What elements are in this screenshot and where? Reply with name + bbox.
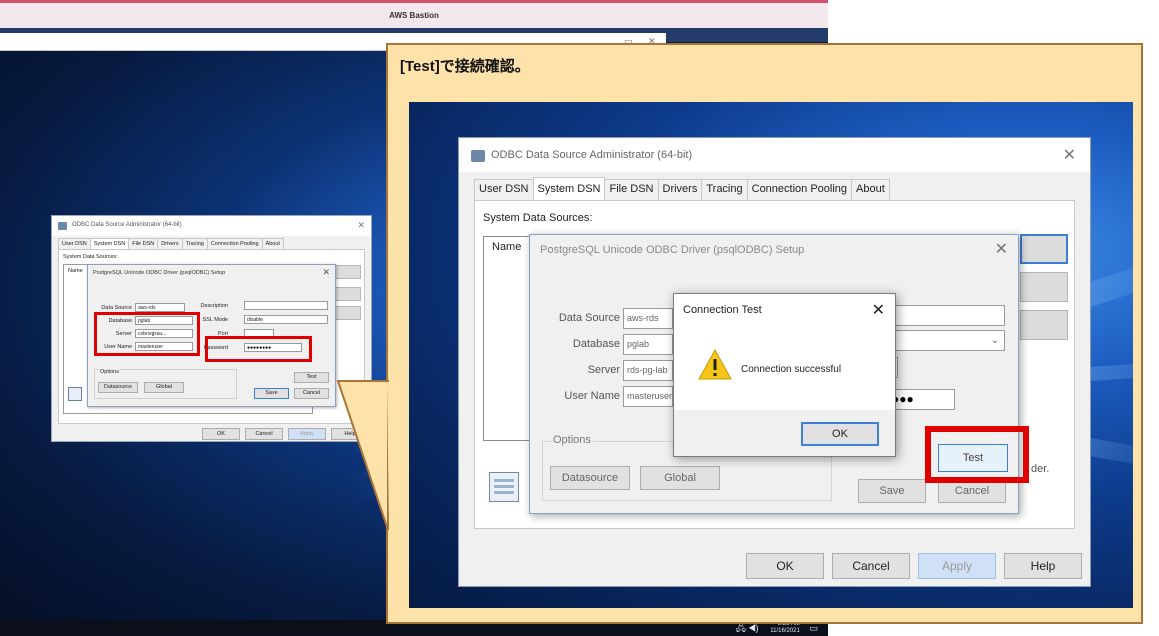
add-button[interactable]: [1020, 234, 1068, 264]
small-setup-icon: [68, 387, 82, 401]
global-button[interactable]: Global: [640, 466, 720, 490]
tab-system-dsn[interactable]: System DSN: [532, 177, 606, 200]
odbc-app-icon: [471, 150, 485, 162]
tab-about[interactable]: About: [851, 179, 890, 200]
username-field[interactable]: masteruser: [623, 386, 673, 407]
database-label: Database: [572, 338, 620, 350]
small-tab-drivers[interactable]: Drivers: [157, 238, 183, 249]
small-bottom-buttons: OK Cancel Apply Help: [202, 428, 369, 440]
description-field[interactable]: [895, 305, 1005, 326]
small-odbc-title: ODBC Data Source Administrator (64-bit): [72, 222, 182, 228]
help-button[interactable]: Help: [1004, 553, 1082, 579]
small-help-button[interactable]: Help: [331, 428, 369, 440]
odbc-app-icon: [58, 222, 67, 230]
close-icon[interactable]: ✕: [322, 267, 330, 278]
tab-user-dsn[interactable]: User DSN: [474, 179, 534, 200]
options-label: Options: [551, 434, 593, 446]
small-global-button[interactable]: Global: [144, 382, 184, 393]
small-list-header-name: Name: [68, 268, 83, 274]
close-icon[interactable]: ✕: [1063, 145, 1076, 165]
small-ok-button[interactable]: OK: [202, 428, 240, 440]
server-label: Server: [587, 364, 620, 376]
small-tab-system-dsn[interactable]: System DSN: [89, 238, 130, 249]
remote-window-title: AWS Bastion: [389, 11, 439, 20]
small-save-button[interactable]: Save: [254, 388, 289, 399]
network-volume-icons[interactable]: 🖧 ◀): [736, 623, 759, 632]
highlight-box-fields: [94, 312, 200, 356]
odbc-info-icon: [489, 472, 519, 502]
small-tab-tracing[interactable]: Tracing: [181, 238, 208, 249]
chevron-down-icon: ⌄: [990, 335, 999, 346]
small-options-label: Options: [99, 369, 120, 375]
connection-test-dialog: Connection Test ✕ Connection successful …: [673, 293, 896, 457]
small-tab-about[interactable]: About: [261, 238, 284, 249]
small-setup-title: PostgreSQL Unicode ODBC Driver (psqlODBC…: [93, 270, 226, 276]
connection-test-ok-button[interactable]: OK: [801, 422, 879, 446]
odbc-title: ODBC Data Source Administrator (64-bit): [491, 149, 693, 161]
warning-icon: [698, 348, 732, 380]
username-label: User Name: [564, 390, 620, 402]
small-cancel-button[interactable]: Cancel: [294, 388, 329, 399]
data-source-field[interactable]: aws-rds: [623, 308, 673, 329]
data-source-label: Data Source: [558, 312, 620, 324]
small-description-field[interactable]: [244, 301, 328, 310]
close-icon[interactable]: ✕: [357, 220, 365, 231]
tab-drivers[interactable]: Drivers: [657, 179, 703, 200]
ok-button[interactable]: OK: [746, 553, 824, 579]
small-cancel-button[interactable]: Cancel: [245, 428, 283, 440]
small-test-button[interactable]: Test: [294, 372, 329, 383]
remove-button[interactable]: [1020, 272, 1068, 302]
tab-file-dsn[interactable]: File DSN: [604, 179, 659, 200]
small-odbc-tabs: User DSN System DSN File DSN Drivers Tra…: [58, 238, 284, 249]
list-header-name: Name: [492, 241, 522, 253]
setup-dialog-title: PostgreSQL Unicode ODBC Driver (psqlODBC…: [540, 244, 805, 256]
highlight-box-password: [205, 336, 312, 362]
small-datasource-button[interactable]: Datasource: [98, 382, 138, 393]
system-data-sources-label: System Data Sources:: [483, 212, 593, 224]
tab-connection-pooling[interactable]: Connection Pooling: [746, 179, 853, 200]
callout-title: [Test]で接続確認。: [400, 58, 530, 75]
small-data-source-field[interactable]: aws-rds: [135, 303, 185, 312]
small-apply-button[interactable]: Apply: [288, 428, 326, 440]
database-field[interactable]: pglab: [623, 334, 673, 355]
datasource-button[interactable]: Datasource: [550, 466, 630, 490]
save-button[interactable]: Save: [858, 479, 926, 503]
small-odbc-titlebar: ODBC Data Source Administrator (64-bit) …: [52, 216, 371, 236]
password-field[interactable]: ●●●: [888, 389, 955, 410]
small-ssl-mode-select[interactable]: disable: [244, 315, 328, 324]
close-icon[interactable]: ✕: [995, 239, 1008, 259]
tray-date: 11/16/2021: [770, 628, 800, 634]
small-description-label: Description: [200, 303, 228, 309]
notification-icon[interactable]: ▭: [809, 623, 818, 632]
configure-button[interactable]: [1020, 310, 1068, 340]
small-tab-connection-pooling[interactable]: Connection Pooling: [206, 238, 263, 249]
small-tab-file-dsn[interactable]: File DSN: [128, 238, 159, 249]
remote-window-titlebar: AWS Bastion: [0, 0, 828, 28]
ssl-mode-select[interactable]: ⌄: [895, 330, 1005, 351]
tab-tracing[interactable]: Tracing: [701, 179, 748, 200]
connection-test-title: Connection Test: [683, 304, 762, 316]
connection-test-message: Connection successful: [741, 364, 842, 375]
highlight-box-test: [925, 426, 1029, 483]
cancel-button[interactable]: Cancel: [832, 553, 910, 579]
odbc-info-text: der.: [1031, 463, 1050, 475]
odbc-titlebar: ODBC Data Source Administrator (64-bit) …: [459, 138, 1090, 172]
server-field[interactable]: rds-pg-lab: [623, 360, 673, 381]
small-tab-user-dsn[interactable]: User DSN: [58, 238, 91, 249]
close-icon[interactable]: ✕: [872, 300, 885, 320]
small-list-label: System Data Sources:: [63, 254, 118, 260]
apply-button[interactable]: Apply: [918, 553, 996, 579]
small-data-source-label: Data Source: [101, 305, 132, 311]
odbc-tabs: User DSN System DSN File DSN Drivers Tra…: [474, 177, 890, 200]
